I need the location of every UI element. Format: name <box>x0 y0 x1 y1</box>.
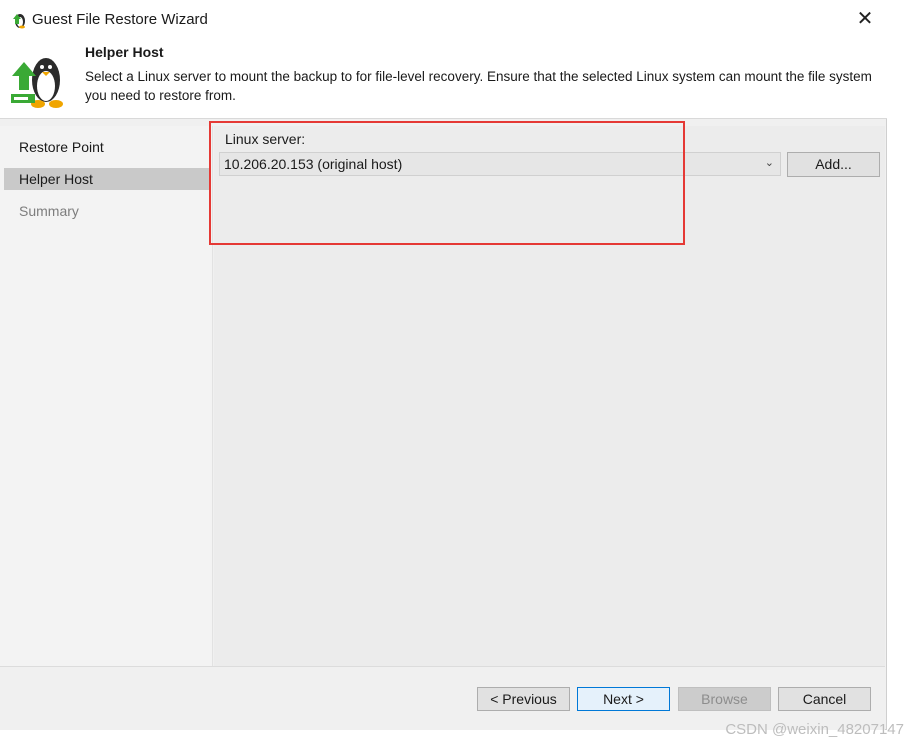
linux-server-value: 10.206.20.153 (original host) <box>224 156 403 172</box>
linux-penguin-upload-icon <box>11 58 63 108</box>
app-penguin-icon <box>13 14 25 29</box>
linux-server-label: Linux server: <box>225 131 306 147</box>
step-helper-host[interactable]: Helper Host <box>4 168 210 190</box>
cancel-button[interactable]: Cancel <box>778 687 871 711</box>
content-panel <box>214 126 885 666</box>
browse-button: Browse <box>678 687 771 711</box>
linux-server-select[interactable]: 10.206.20.153 (original host) ⌄ <box>219 152 781 176</box>
wizard-window: Guest File Restore Wizard ✕ Helper Host … <box>0 0 887 730</box>
step-restore-point[interactable]: Restore Point <box>4 136 210 158</box>
wizard-steps-sidebar: Restore Point Helper Host Summary <box>0 126 213 666</box>
watermark-text: CSDN @weixin_48207147 <box>725 721 904 738</box>
page-title: Helper Host <box>85 44 164 60</box>
page-description: Select a Linux server to mount the backu… <box>85 69 872 103</box>
add-server-button[interactable]: Add... <box>787 152 880 177</box>
close-button[interactable]: ✕ <box>849 4 881 34</box>
window-title: Guest File Restore Wizard <box>32 11 208 28</box>
previous-button[interactable]: < Previous <box>477 687 570 711</box>
chevron-down-icon: ⌄ <box>764 157 774 169</box>
next-button[interactable]: Next > <box>577 687 670 711</box>
wizard-header: Helper Host Select a Linux server to mou… <box>0 38 887 119</box>
step-summary: Summary <box>19 203 79 219</box>
title-bar: Guest File Restore Wizard ✕ <box>0 0 887 38</box>
